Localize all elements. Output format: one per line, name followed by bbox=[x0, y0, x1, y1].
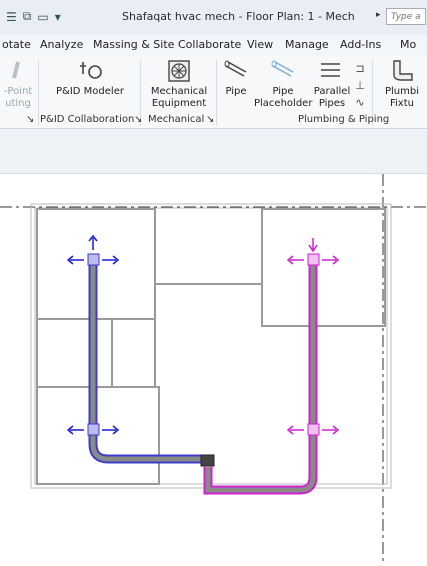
pipe-placeholder-icon bbox=[271, 60, 294, 77]
tab-add-ins[interactable]: Add-Ins bbox=[340, 38, 381, 51]
search-expand-icon[interactable]: ▸ bbox=[376, 10, 381, 20]
panel-launcher-icon[interactable]: ↘ bbox=[134, 114, 142, 125]
mechanical-equipment-button[interactable]: Mechanical Equipment bbox=[146, 58, 212, 110]
return-terminal-bottom[interactable] bbox=[286, 423, 340, 436]
tab-view[interactable]: View bbox=[247, 38, 273, 51]
building-outline-inner[interactable] bbox=[34, 207, 388, 485]
point-routing-label-2: uting bbox=[5, 98, 31, 109]
tab-modify[interactable]: Mo bbox=[400, 38, 416, 51]
plumbing-fixture-icon bbox=[393, 60, 413, 81]
pipe-fitting-icon[interactable]: ⊐ bbox=[352, 60, 368, 77]
tab-massing-site[interactable]: Massing & Site bbox=[93, 38, 174, 51]
supply-terminal-top[interactable] bbox=[66, 234, 120, 266]
ribbon-panel: -Point uting P&ID Modeler Mechanical Equ… bbox=[0, 56, 427, 129]
return-pipe[interactable] bbox=[203, 260, 318, 495]
return-pipe-core[interactable] bbox=[205, 260, 316, 493]
parallel-pipes-icon bbox=[321, 63, 340, 77]
tab-manage[interactable]: Manage bbox=[285, 38, 329, 51]
plumbing-fixture-label-2: Fixtu bbox=[390, 98, 414, 109]
pipe-placeholder-label-2: Placeholder bbox=[254, 98, 313, 109]
close-inactive-icon[interactable]: ▭ bbox=[37, 10, 48, 24]
title-bar: ☰ ⧉ ▭ ▾ Shafaqat hvac mech - Floor Plan:… bbox=[0, 0, 427, 35]
pipe-accessory-icon[interactable]: ⊥ bbox=[352, 77, 368, 94]
point-routing-icon bbox=[12, 61, 20, 79]
mechanical-equipment-label-1: Mechanical bbox=[150, 86, 208, 97]
flex-pipe-icon[interactable]: ∿ bbox=[352, 94, 368, 111]
pid-modeler-label: P&ID Modeler bbox=[56, 86, 124, 97]
parallel-pipes-label-1: Parallel bbox=[313, 86, 351, 97]
thin-lines-icon[interactable]: ☰ bbox=[6, 10, 17, 24]
point-routing-label-1: -Point bbox=[3, 86, 33, 97]
pipe-elbow-fitting[interactable] bbox=[200, 454, 215, 467]
pipe-icon bbox=[224, 60, 247, 77]
tab-analyze[interactable]: Analyze bbox=[40, 38, 83, 51]
group-plumbing-piping: Plumbing & Piping bbox=[298, 114, 390, 125]
quick-access-toolbar: ☰ ⧉ ▭ ▾ bbox=[6, 9, 61, 24]
supply-terminal-bottom[interactable] bbox=[66, 423, 120, 436]
panel-launcher-icon[interactable]: ↘ bbox=[206, 114, 214, 125]
panel-separator bbox=[216, 60, 217, 126]
pipe-fittings-stack: ⊐ ⊥ ∿ bbox=[352, 60, 368, 111]
switch-windows-icon[interactable]: ⧉ bbox=[23, 9, 32, 24]
qat-dropdown-icon[interactable]: ▾ bbox=[55, 10, 61, 24]
pipe-placeholder-button[interactable]: Pipe Placeholder bbox=[254, 58, 312, 110]
tab-collaborate[interactable]: Collaborate bbox=[178, 38, 241, 51]
pid-modeler-button[interactable]: P&ID Modeler bbox=[52, 58, 128, 98]
mechanical-equipment-label-2: Equipment bbox=[151, 98, 207, 109]
supply-pipe[interactable] bbox=[88, 260, 208, 464]
ribbon-tabs: otate Analyze Massing & Site Collaborate… bbox=[0, 34, 427, 57]
return-terminal-top[interactable] bbox=[286, 238, 340, 266]
group-mechanical: Mechanical bbox=[148, 114, 205, 125]
pid-modeler-icon bbox=[80, 62, 102, 79]
pipe-label: Pipe bbox=[225, 86, 247, 97]
parallel-pipes-label-2: Pipes bbox=[318, 98, 346, 109]
search-input[interactable]: Type a bbox=[386, 8, 426, 25]
pipe-placeholder-label-1: Pipe bbox=[272, 86, 294, 97]
plumbing-fixture-button[interactable]: Plumbi Fixtu bbox=[376, 58, 427, 110]
window-title: Shafaqat hvac mech - Floor Plan: 1 - Mec… bbox=[122, 10, 355, 23]
building-outline[interactable] bbox=[30, 203, 392, 489]
pipe-button[interactable]: Pipe bbox=[220, 58, 252, 98]
point-routing-button[interactable]: -Point uting bbox=[0, 58, 36, 110]
group-pid-collaboration: P&ID Collaboration bbox=[40, 114, 135, 125]
options-bar bbox=[0, 129, 427, 174]
supply-pipe-core[interactable] bbox=[90, 260, 208, 462]
plumbing-fixture-label-1: Plumbi bbox=[384, 86, 419, 97]
mechanical-equipment-icon bbox=[168, 60, 190, 82]
panel-launcher-icon[interactable]: ↘ bbox=[26, 114, 34, 125]
panel-separator bbox=[38, 60, 39, 126]
tab-annotate[interactable]: otate bbox=[2, 38, 31, 51]
drawing-canvas[interactable] bbox=[0, 174, 427, 562]
floor-plan-view[interactable] bbox=[0, 174, 427, 562]
parallel-pipes-button[interactable]: Parallel Pipes bbox=[312, 58, 352, 110]
